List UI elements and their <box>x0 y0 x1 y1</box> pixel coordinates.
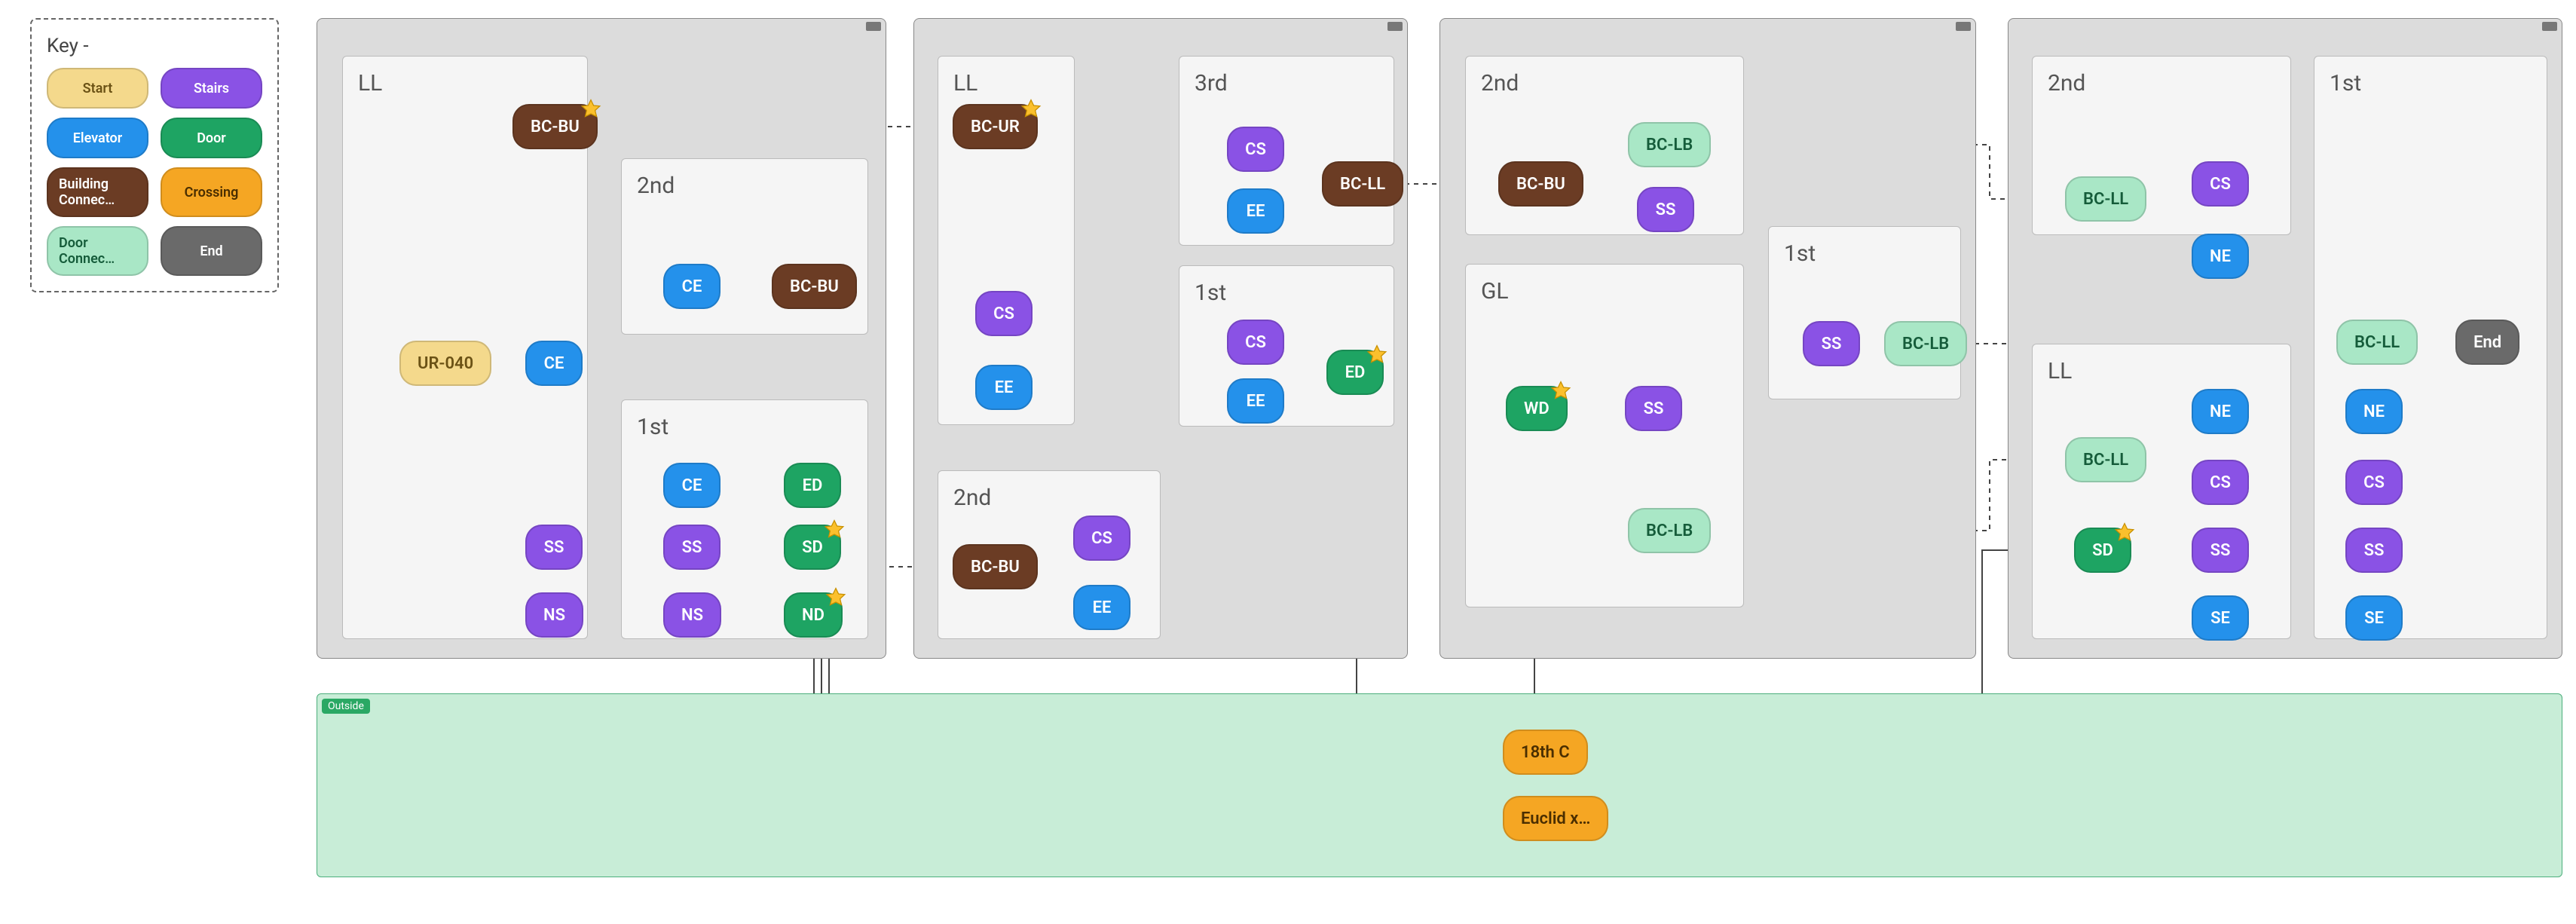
node-bc_bu_a[interactable]: BC-BU <box>512 104 598 149</box>
star-icon <box>823 519 846 541</box>
star-icon <box>1550 380 1572 402</box>
node-bc_lb_b[interactable]: BC-LB <box>1628 508 1711 553</box>
subpanel-label: 2nd <box>637 173 675 199</box>
subpanel-8: GL <box>1465 264 1744 607</box>
node-ed_1[interactable]: ED <box>784 463 841 508</box>
legend-item-1: Stairs <box>161 68 262 109</box>
node-end[interactable]: End <box>2455 320 2519 365</box>
star-icon <box>2113 522 2136 544</box>
node-ss_lld[interactable]: SS <box>2192 528 2249 573</box>
node-ee_3[interactable]: EE <box>1227 188 1284 234</box>
star-icon <box>1020 98 1042 121</box>
node-bc_ll_e[interactable]: BC-LL <box>2336 320 2418 365</box>
legend-item-4: Building Connec… <box>47 167 148 217</box>
subpanel-label: 2nd <box>1481 70 1519 96</box>
node-ss_1c[interactable]: SS <box>1803 321 1860 366</box>
star-icon <box>825 586 847 609</box>
node-bc_bu_b[interactable]: BC-BU <box>772 264 857 309</box>
node-nd_1[interactable]: ND <box>784 592 843 638</box>
subpanel-label: 3rd <box>1195 70 1228 96</box>
subpanel-6: 1st <box>1179 265 1394 427</box>
node-cs_2d[interactable]: CS <box>2192 161 2249 207</box>
node-bc_bu_d[interactable]: BC-BU <box>1498 161 1583 207</box>
node-ce_ll[interactable]: CE <box>525 341 583 386</box>
legend-item-6: Door Connec… <box>47 226 148 276</box>
node-ne_lld[interactable]: NE <box>2192 389 2249 434</box>
node-bc_lb_c[interactable]: BC-LB <box>1884 321 1967 366</box>
subpanel-label: 1st <box>1784 240 1816 267</box>
subpanel-label: 1st <box>2330 70 2361 96</box>
node-bc_bu_c[interactable]: BC-BU <box>953 544 1038 589</box>
node-se_lld[interactable]: SE <box>2192 595 2249 641</box>
star-icon <box>1366 344 1388 366</box>
node-bc_ll_3[interactable]: BC-LL <box>1322 161 1403 207</box>
node-ce_1[interactable]: CE <box>663 463 720 508</box>
node-sd_1[interactable]: SD <box>784 525 841 570</box>
subpanel-label: 2nd <box>953 485 991 511</box>
node-cs_1b[interactable]: CS <box>1227 320 1284 365</box>
node-ee_2b[interactable]: EE <box>1073 585 1130 630</box>
subpanel-label: 1st <box>1195 280 1226 306</box>
node-bc_ll_lld[interactable]: BC-LL <box>2065 437 2146 482</box>
legend-item-7: End <box>161 226 262 276</box>
node-bc_ur[interactable]: BC-UR <box>953 104 1038 149</box>
node-ss_2c[interactable]: SS <box>1637 187 1694 232</box>
subpanel-label: GL <box>1481 278 1509 304</box>
node-ce_2[interactable]: CE <box>663 264 720 309</box>
outside-region: Outside <box>317 693 2562 877</box>
node-ed_b[interactable]: ED <box>1326 350 1384 395</box>
subpanel-5: 3rd <box>1179 56 1394 246</box>
node-ss_1[interactable]: SS <box>663 525 720 570</box>
node-ss_1e[interactable]: SS <box>2345 528 2403 573</box>
node-cs_lld[interactable]: CS <box>2192 460 2249 505</box>
node-ne_2d[interactable]: NE <box>2192 234 2249 279</box>
subpanel-label: 1st <box>637 414 668 440</box>
node-ns_1[interactable]: NS <box>663 592 721 638</box>
star-icon <box>580 98 602 121</box>
node-cs_1e[interactable]: CS <box>2345 460 2403 505</box>
node-bc_ll_2d[interactable]: BC-LL <box>2065 176 2146 222</box>
node-se_1e[interactable]: SE <box>2345 595 2403 641</box>
legend-item-2: Elevator <box>47 118 148 158</box>
node-x18[interactable]: 18th C <box>1503 730 1588 775</box>
node-ur040[interactable]: UR-040 <box>399 341 491 386</box>
node-cs_ll2[interactable]: CS <box>975 291 1033 336</box>
legend-title: Key - <box>47 35 262 57</box>
legend-item-5: Crossing <box>161 167 262 217</box>
node-ee_1b[interactable]: EE <box>1227 378 1284 424</box>
node-sd_d[interactable]: SD <box>2074 528 2131 573</box>
subpanel-12: LL <box>2032 344 2291 639</box>
outside-tag: Outside <box>322 699 370 714</box>
node-wd[interactable]: WD <box>1506 386 1568 431</box>
subpanel-label: 2nd <box>2048 70 2085 96</box>
legend-item-3: Door <box>161 118 262 158</box>
node-cs_3[interactable]: CS <box>1227 127 1284 172</box>
node-ss_ll[interactable]: SS <box>525 525 583 570</box>
node-ns_ll[interactable]: NS <box>525 592 583 638</box>
subpanel-label: LL <box>2048 358 2072 384</box>
legend: Key - Start Stairs Elevator Door Building Co… <box>30 18 279 292</box>
node-ne_1e[interactable]: NE <box>2345 389 2403 434</box>
subpanel-label: LL <box>358 70 382 96</box>
node-ee_ll2[interactable]: EE <box>975 365 1033 410</box>
node-ss_gl[interactable]: SS <box>1625 386 1682 431</box>
subpanel-9: 1st <box>1768 226 1961 399</box>
node-xeu[interactable]: Euclid x… <box>1503 796 1608 841</box>
legend-item-0: Start <box>47 68 148 109</box>
node-cs_2b[interactable]: CS <box>1073 516 1130 561</box>
subpanel-label: LL <box>953 70 977 96</box>
node-bc_lb_a[interactable]: BC-LB <box>1628 122 1711 167</box>
